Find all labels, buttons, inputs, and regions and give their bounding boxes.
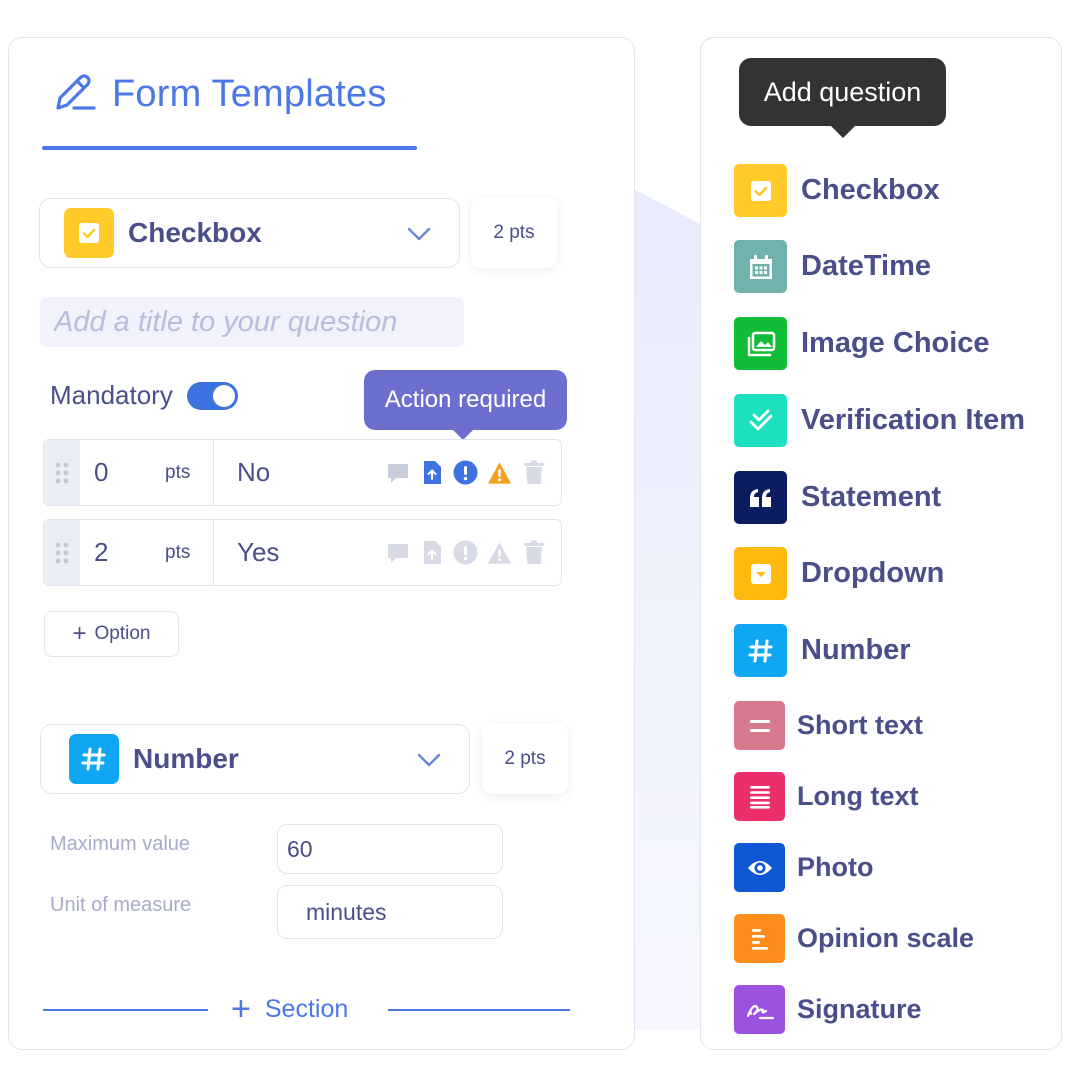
question-type-statement[interactable]: Statement bbox=[734, 471, 941, 524]
question-title-input[interactable] bbox=[40, 297, 464, 347]
page-title: Form Templates bbox=[112, 73, 387, 115]
chevron-down-icon bbox=[417, 749, 441, 776]
question-type-number[interactable]: Number bbox=[734, 624, 911, 677]
option-score-value: 0 bbox=[94, 457, 109, 487]
trash-icon[interactable] bbox=[521, 540, 546, 565]
question-type-verification-item[interactable]: Verification Item bbox=[734, 394, 1025, 447]
short-text-icon bbox=[734, 701, 785, 750]
option-score[interactable]: 0 pts bbox=[80, 440, 214, 505]
plus-icon: + bbox=[72, 620, 87, 647]
question-type-label: Number bbox=[801, 634, 911, 666]
comment-icon[interactable] bbox=[385, 540, 410, 565]
max-value-input[interactable]: 60 bbox=[277, 824, 503, 874]
exclamation-circle-icon[interactable] bbox=[453, 460, 478, 485]
question-type-short-text[interactable]: Short text bbox=[734, 701, 923, 750]
question-type-datetime[interactable]: DateTime bbox=[734, 240, 931, 293]
max-value-label: Maximum value bbox=[50, 833, 191, 855]
image-icon bbox=[734, 317, 787, 370]
question-type-label: Statement bbox=[801, 481, 942, 513]
plus-icon: + bbox=[231, 990, 251, 1028]
calendar-icon bbox=[734, 240, 787, 293]
question-points[interactable]: 2 pts bbox=[471, 198, 557, 268]
option-row: 0 pts No bbox=[43, 439, 562, 506]
scale-icon bbox=[734, 914, 785, 963]
hash-icon bbox=[734, 624, 787, 677]
action-required-tooltip: Action required bbox=[364, 370, 567, 440]
question-type-long-text[interactable]: Long text bbox=[734, 772, 919, 821]
question-type-label: Short text bbox=[797, 710, 924, 740]
question-type-label: Signature bbox=[797, 994, 922, 1024]
question-type-checkbox[interactable]: Checkbox bbox=[734, 164, 940, 217]
mandatory-toggle[interactable] bbox=[186, 381, 238, 410]
comment-icon[interactable] bbox=[385, 460, 410, 485]
mandatory-label: Mandatory bbox=[50, 380, 173, 410]
checkbox-icon bbox=[64, 208, 114, 258]
option-score-unit: pts bbox=[165, 461, 191, 483]
mandatory-setting: Mandatory bbox=[50, 380, 238, 411]
file-upload-icon[interactable] bbox=[419, 460, 444, 485]
eye-icon bbox=[734, 843, 785, 892]
header-underline bbox=[42, 146, 417, 150]
question-type-label: Dropdown bbox=[801, 557, 945, 589]
drag-handle-icon[interactable] bbox=[44, 440, 80, 505]
question-type-opinion-scale[interactable]: Opinion scale bbox=[734, 914, 974, 963]
chevron-down-icon bbox=[407, 223, 431, 250]
signature-icon bbox=[734, 985, 785, 1034]
question-type-label: Checkbox bbox=[801, 174, 940, 206]
add-option-button[interactable]: + Option bbox=[44, 611, 179, 657]
checkbox-icon bbox=[734, 164, 787, 217]
file-upload-icon[interactable] bbox=[419, 540, 444, 565]
question-type-label: Image Choice bbox=[801, 327, 990, 359]
dropdown-icon bbox=[734, 547, 787, 600]
option-score[interactable]: 2 pts bbox=[80, 520, 214, 585]
divider-line bbox=[388, 1009, 570, 1011]
question-type-photo[interactable]: Photo bbox=[734, 843, 873, 892]
quote-icon bbox=[734, 471, 787, 524]
question-type-image-choice[interactable]: Image Choice bbox=[734, 317, 990, 370]
pencil-icon bbox=[50, 68, 98, 121]
option-text[interactable]: Yes bbox=[237, 537, 279, 568]
hash-icon bbox=[69, 734, 119, 784]
option-actions bbox=[385, 460, 546, 485]
unit-label: Unit of measure bbox=[50, 894, 192, 916]
question-type-label: Opinion scale bbox=[797, 923, 975, 953]
question-type-label: Verification Item bbox=[801, 404, 1026, 436]
check-double-icon bbox=[734, 394, 787, 447]
add-section-label: Section bbox=[264, 994, 349, 1023]
divider-line bbox=[43, 1009, 208, 1011]
question-points[interactable]: 2 pts bbox=[482, 724, 568, 794]
question-type-label: DateTime bbox=[801, 250, 932, 282]
add-section-divider[interactable]: + Section bbox=[43, 990, 570, 1030]
warning-icon[interactable] bbox=[487, 460, 512, 485]
question-type-dropdown[interactable]: Dropdown bbox=[734, 547, 944, 600]
option-actions bbox=[385, 540, 546, 565]
toggle-knob bbox=[212, 384, 235, 407]
question-type-label: Number bbox=[133, 743, 239, 774]
question-type-label: Checkbox bbox=[128, 217, 262, 248]
add-section-button[interactable]: + Section bbox=[231, 992, 348, 1026]
long-text-icon bbox=[734, 772, 785, 821]
question-type-select[interactable]: Number bbox=[40, 724, 470, 794]
question-type-label: Photo bbox=[797, 852, 874, 882]
page-header: Form Templates bbox=[50, 68, 387, 121]
option-score-value: 2 bbox=[94, 537, 109, 567]
trash-icon[interactable] bbox=[521, 460, 546, 485]
question-type-select[interactable]: Checkbox bbox=[39, 198, 460, 268]
exclamation-circle-icon[interactable] bbox=[453, 540, 478, 565]
question-type-signature[interactable]: Signature bbox=[734, 985, 922, 1034]
option-row: 2 pts Yes bbox=[43, 519, 562, 586]
option-score-unit: pts bbox=[165, 541, 191, 563]
warning-icon[interactable] bbox=[487, 540, 512, 565]
unit-input[interactable]: minutes bbox=[277, 885, 503, 939]
add-option-label: Option bbox=[94, 623, 151, 644]
add-question-tooltip: Add question bbox=[739, 58, 946, 138]
option-text[interactable]: No bbox=[237, 457, 270, 488]
question-type-label: Long text bbox=[797, 781, 919, 811]
drag-handle-icon[interactable] bbox=[44, 520, 80, 585]
